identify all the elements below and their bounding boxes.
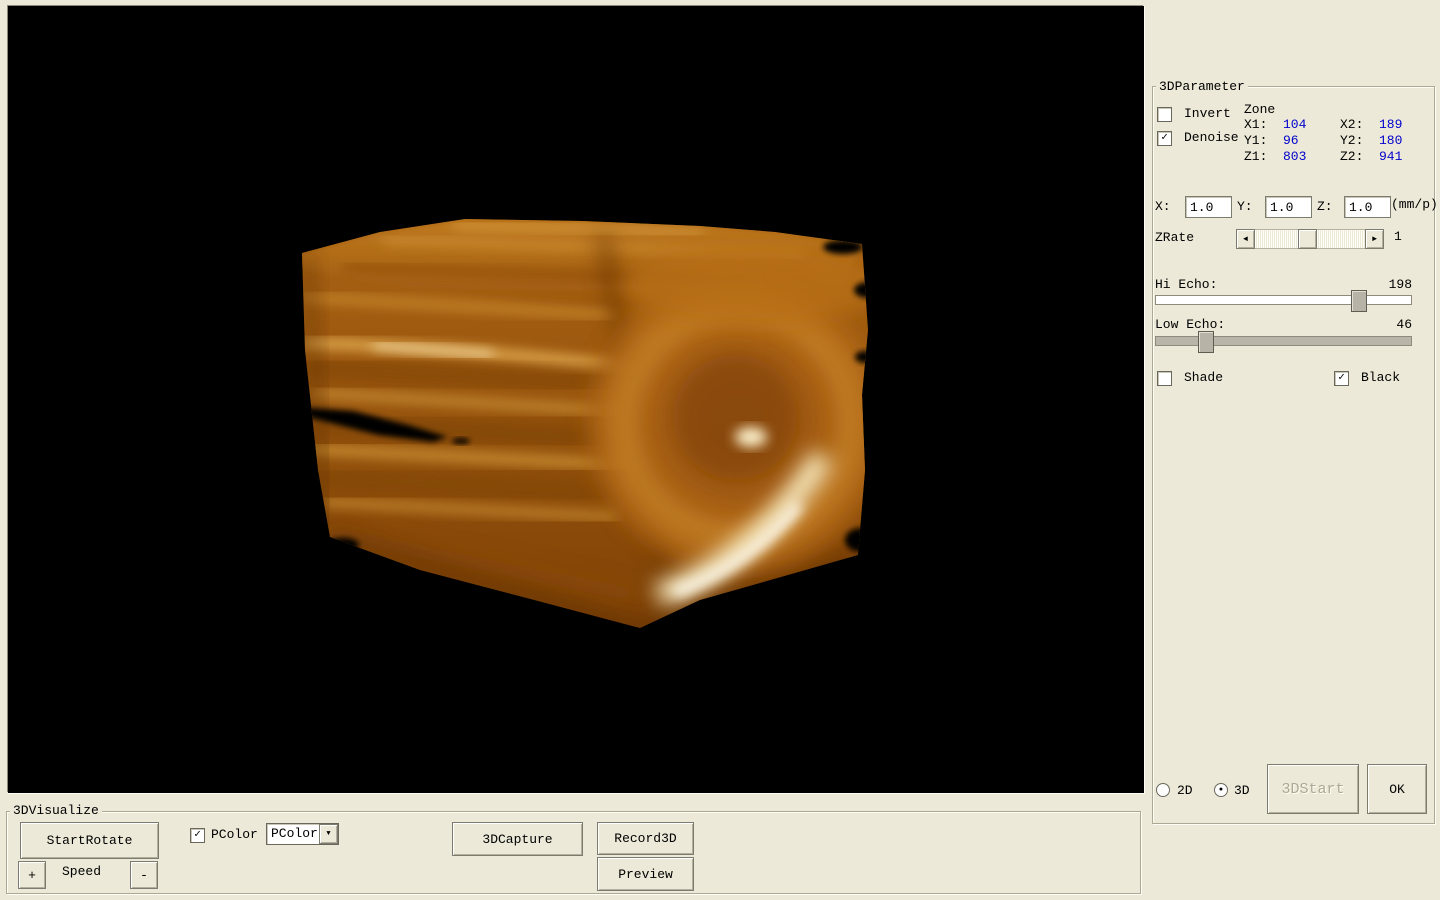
- zone-y1-label: Y1:: [1244, 133, 1267, 148]
- pcolor-dropdown-value: PColor: [267, 825, 319, 843]
- zone-x1-value: 104: [1283, 117, 1306, 132]
- zone-z1-value: 803: [1283, 149, 1306, 164]
- speed-label: Speed: [62, 864, 101, 879]
- black-label: Black: [1361, 370, 1400, 385]
- mode-3d-label: 3D: [1234, 783, 1250, 798]
- hi-echo-slider-track[interactable]: [1155, 295, 1412, 305]
- zone-x2-value: 189: [1379, 117, 1402, 132]
- zrate-value: 1: [1394, 229, 1402, 244]
- scale-y-input[interactable]: [1265, 196, 1312, 218]
- low-echo-value: 46: [1370, 317, 1412, 332]
- dropdown-arrow-glyph: ▼: [326, 830, 330, 838]
- start3d-button[interactable]: 3DStart: [1267, 764, 1359, 814]
- denoise-label: Denoise: [1184, 130, 1239, 145]
- render-viewport[interactable]: [8, 6, 1144, 793]
- pcolor-label: PColor: [211, 827, 258, 842]
- zone-z2-value: 941: [1379, 149, 1402, 164]
- record3d-button[interactable]: Record3D: [597, 822, 694, 855]
- zone-z1-label: Z1:: [1244, 149, 1267, 164]
- low-echo-label: Low Echo:: [1155, 317, 1225, 332]
- invert-label: Invert: [1184, 106, 1231, 121]
- zone-z2-label: Z2:: [1340, 149, 1363, 164]
- mode-2d-label: 2D: [1177, 783, 1193, 798]
- hi-echo-slider-thumb[interactable]: [1351, 290, 1367, 312]
- visualize-group-title: 3DVisualize: [10, 803, 102, 818]
- low-echo-slider-track[interactable]: [1155, 336, 1412, 346]
- low-echo-slider-thumb[interactable]: [1198, 331, 1214, 353]
- black-check-icon: ✓: [1338, 373, 1345, 384]
- hi-echo-value: 198: [1370, 277, 1412, 292]
- zone-x2-label: X2:: [1340, 117, 1363, 132]
- shade-checkbox[interactable]: [1157, 371, 1172, 386]
- scale-y-label: Y:: [1237, 199, 1253, 214]
- hi-echo-label: Hi Echo:: [1155, 277, 1217, 292]
- pcolor-check-icon: ✓: [194, 830, 201, 841]
- zone-x1-label: X1:: [1244, 117, 1267, 132]
- scroll-right-glyph: ►: [1372, 235, 1377, 244]
- scale-x-label: X:: [1155, 199, 1171, 214]
- mode-3d-radio[interactable]: ●: [1214, 783, 1228, 797]
- pcolor-dropdown[interactable]: PColor ▼: [266, 823, 339, 845]
- zone-y1-value: 96: [1283, 133, 1299, 148]
- zrate-scroll-left-icon[interactable]: ◄: [1236, 229, 1255, 249]
- denoise-check-icon: ✓: [1161, 133, 1168, 144]
- pcolor-checkbox[interactable]: ✓: [190, 828, 205, 843]
- denoise-checkbox[interactable]: ✓: [1157, 131, 1172, 146]
- scale-x-input[interactable]: [1185, 196, 1232, 218]
- speed-minus-button[interactable]: -: [130, 861, 158, 889]
- scroll-left-glyph: ◄: [1243, 235, 1248, 244]
- start-rotate-button[interactable]: StartRotate: [20, 822, 159, 859]
- scale-z-input[interactable]: [1344, 196, 1391, 218]
- black-checkbox[interactable]: ✓: [1334, 371, 1349, 386]
- preview-button[interactable]: Preview: [597, 857, 694, 891]
- zrate-scroll-thumb[interactable]: [1298, 229, 1317, 249]
- capture3d-button[interactable]: 3DCapture: [452, 822, 583, 856]
- zone-y2-value: 180: [1379, 133, 1402, 148]
- zone-y2-label: Y2:: [1340, 133, 1363, 148]
- pcolor-dropdown-arrow-icon[interactable]: ▼: [319, 824, 338, 844]
- ok-button[interactable]: OK: [1367, 764, 1427, 814]
- zone-title: Zone: [1244, 102, 1275, 117]
- mode-2d-radio[interactable]: [1156, 783, 1170, 797]
- invert-checkbox[interactable]: [1157, 107, 1172, 122]
- parameter-group-title: 3DParameter: [1156, 79, 1248, 94]
- zrate-scroll-right-icon[interactable]: ►: [1365, 229, 1384, 249]
- mode-3d-dot: ●: [1219, 787, 1223, 794]
- shade-label: Shade: [1184, 370, 1223, 385]
- scale-z-label: Z:: [1317, 199, 1333, 214]
- zrate-label: ZRate: [1155, 230, 1194, 245]
- volume-render-3d: [283, 195, 883, 640]
- speed-plus-button[interactable]: +: [18, 861, 46, 889]
- scale-unit-label: (mm/p): [1391, 197, 1438, 212]
